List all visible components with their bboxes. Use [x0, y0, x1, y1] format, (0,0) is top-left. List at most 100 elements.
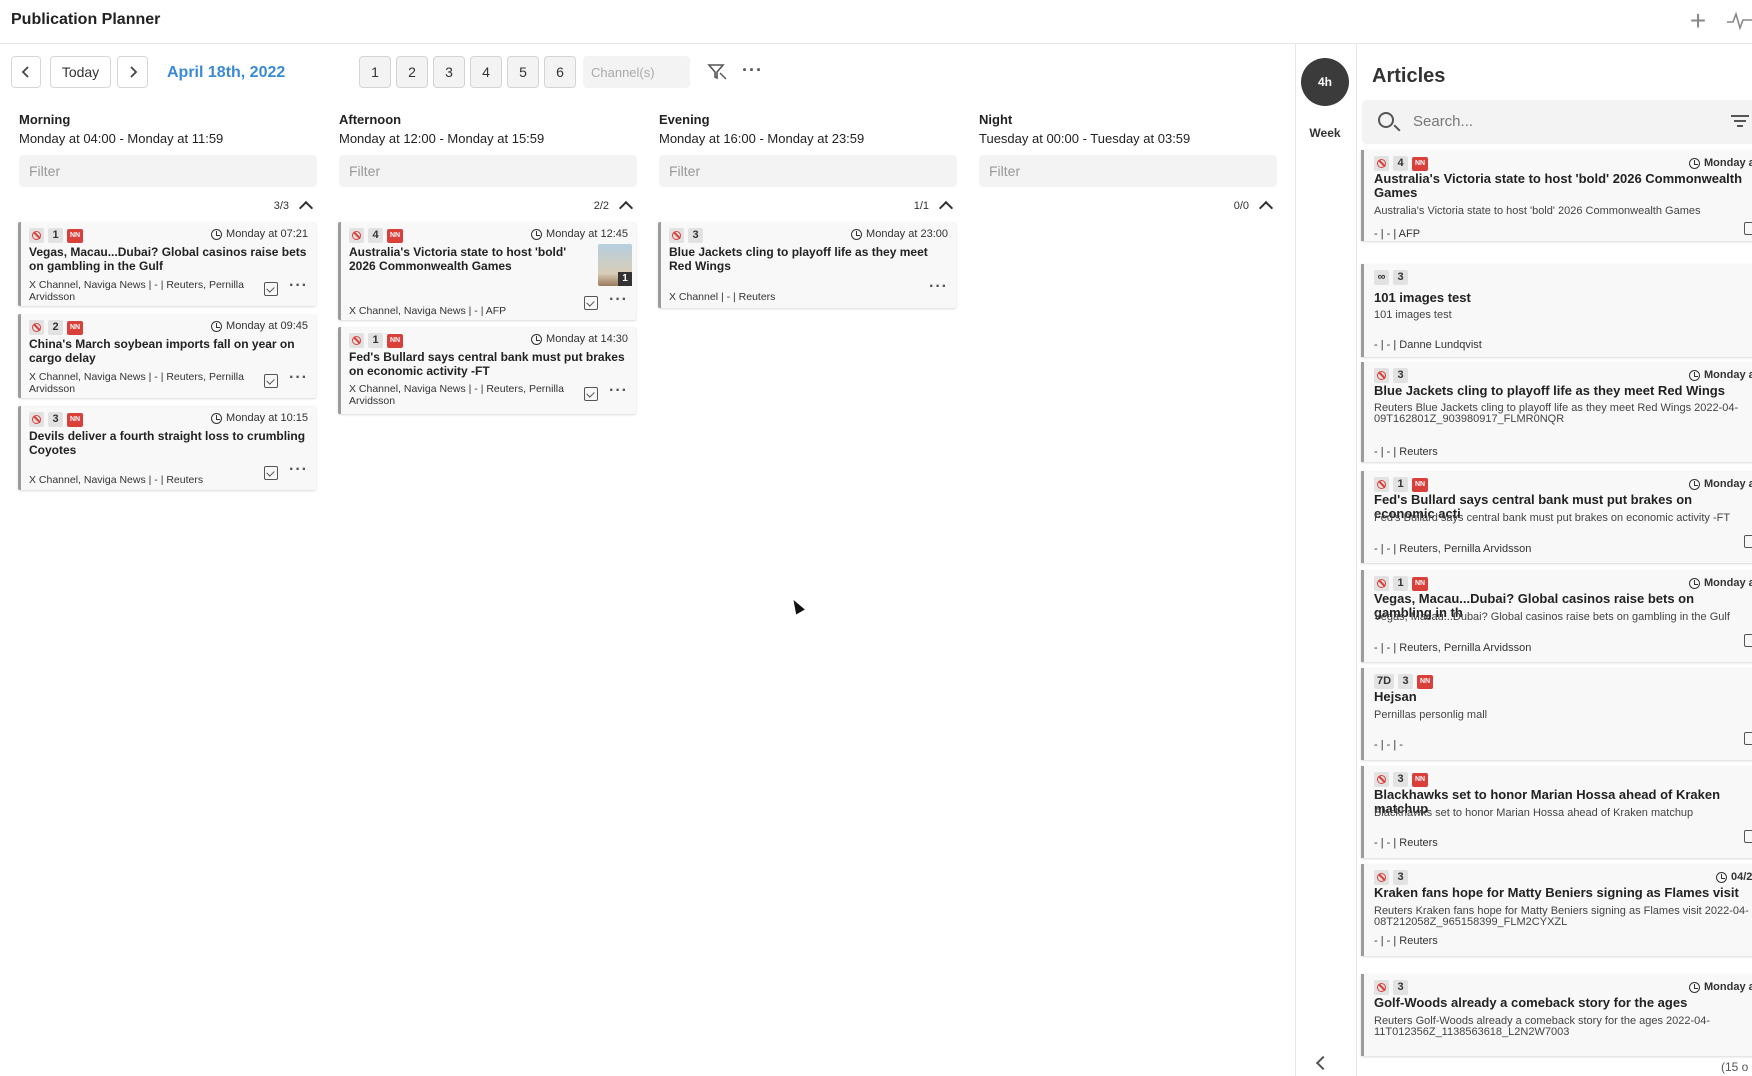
calendar-check-icon[interactable] [584, 296, 598, 310]
calendar-check-icon[interactable] [584, 387, 598, 401]
calendar-check-icon[interactable] [264, 282, 278, 296]
collapse-up-icon[interactable] [298, 200, 314, 216]
chevron-left-icon [21, 66, 29, 78]
article-item[interactable]: 3 NN Blackhawks set to honor Marian Hossa… [1361, 766, 1752, 858]
calendar-check-icon[interactable] [264, 466, 278, 480]
collapse-panel-icon[interactable] [1315, 1055, 1331, 1071]
page-button-2[interactable]: 2 [396, 56, 428, 88]
priority-badge: 3 [1393, 368, 1408, 383]
unpublished-icon [669, 228, 684, 243]
calendar-check-icon[interactable] [1744, 732, 1752, 745]
mouse-cursor-icon [789, 597, 805, 615]
collapse-up-icon[interactable] [938, 200, 954, 216]
calendar-check-icon[interactable] [1744, 222, 1752, 235]
card-more-icon[interactable]: ··· [289, 369, 308, 387]
article-time: Monday a [1704, 981, 1752, 993]
column-filter-input[interactable]: Filter [339, 155, 637, 187]
calendar-check-icon[interactable] [1744, 535, 1752, 548]
article-item[interactable]: 1 NN Monday a Fed's Bullard says central … [1361, 471, 1752, 563]
planned-article-card[interactable]: 3 Monday at 23:00 Blue Jackets cling to … [658, 222, 956, 308]
article-desc: Reuters Golf-Woods already a comeback st… [1374, 1015, 1711, 1038]
article-item[interactable]: 4 NN Monday a Australia's Victoria state … [1361, 150, 1752, 241]
card-more-icon[interactable]: ··· [609, 291, 628, 309]
unpublished-icon [1374, 870, 1389, 885]
calendar-check-icon[interactable] [1744, 830, 1752, 843]
add-icon[interactable]: + [1683, 6, 1713, 36]
card-title: Fed's Bullard says central bank must put… [349, 350, 625, 378]
article-title: 101 images test [1374, 290, 1471, 305]
more-options-icon[interactable]: ··· [742, 60, 763, 81]
article-thumbnail[interactable]: 1 [598, 244, 632, 286]
column-filter-input[interactable]: Filter [659, 155, 957, 187]
calendar-check-icon[interactable] [264, 374, 278, 388]
page-button-6[interactable]: 6 [544, 56, 576, 88]
calendar-check-icon[interactable] [1744, 634, 1752, 647]
card-more-icon[interactable]: ··· [289, 277, 308, 295]
article-item[interactable]: 1 NN Monday a Vegas, Macau...Dubai? Globa… [1361, 570, 1752, 662]
page-button-5[interactable]: 5 [507, 56, 539, 88]
article-time: Monday a [1704, 577, 1752, 589]
today-button[interactable]: Today [50, 56, 111, 88]
card-title: Australia's Victoria state to host 'bold… [349, 245, 567, 273]
article-desc: Fed's Bullard says central bank must put… [1374, 512, 1731, 524]
planned-article-card[interactable]: 1 NN Monday at 07:21 Vegas, Macau...Dubai… [18, 222, 316, 306]
card-meta: X Channel, Naviga News | - | Reuters, Pe… [349, 383, 564, 407]
article-title: Hejsan [1374, 689, 1417, 704]
zoom-4h-button[interactable]: 4h [1301, 58, 1349, 106]
nn-logo-icon: NN [1412, 477, 1428, 492]
column-range: Monday at 16:00 - Monday at 23:59 [659, 131, 865, 146]
unpublished-icon [1374, 368, 1389, 383]
collapse-up-icon[interactable] [1258, 200, 1274, 216]
column-filter-input[interactable]: Filter [19, 155, 317, 187]
article-time: Monday a [1704, 157, 1752, 169]
unpublished-icon [1374, 772, 1389, 787]
app-header: Publication Planner + [0, 0, 1752, 44]
article-item[interactable]: 3 Monday a Blue Jackets cling to playoff… [1361, 362, 1752, 462]
column-afternoon: Afternoon Monday at 12:00 - Monday at 15… [339, 112, 637, 216]
priority-badge: 3 [688, 228, 703, 243]
card-more-icon[interactable]: ··· [929, 278, 948, 296]
page-button-3[interactable]: 3 [433, 56, 465, 88]
column-range: Monday at 04:00 - Monday at 11:59 [19, 131, 224, 146]
column-title: Afternoon [339, 112, 402, 127]
planned-article-card[interactable]: 2 NN Monday at 09:45 China's March soybea… [18, 314, 316, 398]
planned-article-card[interactable]: 4 NN Monday at 12:45 Australia's Victoria… [338, 222, 636, 320]
nn-logo-icon: NN [387, 228, 403, 243]
filter-off-icon[interactable] [707, 63, 727, 81]
card-more-icon[interactable]: ··· [609, 382, 628, 400]
week-button[interactable]: Week [1300, 126, 1350, 140]
priority-badge: 4 [1393, 156, 1408, 171]
unpublished-icon [1374, 156, 1389, 171]
page-button-4[interactable]: 4 [470, 56, 502, 88]
nn-logo-icon: NN [1417, 674, 1434, 689]
clock-icon [211, 320, 223, 332]
card-meta: X Channel, Naviga News | - | Reuters, Pe… [29, 279, 244, 303]
filter-icon[interactable] [1730, 114, 1750, 128]
article-item[interactable]: 3 04/2 Kraken fans hope for Matty Benier… [1361, 864, 1752, 956]
article-item[interactable]: ∞ 3 101 images test 101 images test - | -… [1361, 264, 1752, 357]
card-title: Devils deliver a fourth straight loss to… [29, 429, 306, 457]
planned-article-card[interactable]: 1 NN Monday at 14:30 Fed's Bullard says c… [338, 327, 636, 414]
badge-infinite: ∞ [1374, 270, 1389, 285]
card-title: Blue Jackets cling to playoff life as th… [669, 245, 928, 273]
prev-date-button[interactable] [11, 56, 41, 88]
column-filter-input[interactable]: Filter [979, 155, 1277, 187]
articles-search[interactable]: Search... [1362, 100, 1752, 144]
card-more-icon[interactable]: ··· [289, 461, 308, 479]
next-date-button[interactable] [117, 56, 148, 88]
unpublished-icon [1374, 576, 1389, 591]
current-date[interactable]: April 18th, 2022 [167, 64, 285, 82]
card-meta: X Channel, Naviga News | - | AFP [349, 305, 507, 317]
article-item[interactable]: 3 Monday a Golf-Woods already a comeback… [1361, 974, 1752, 1056]
article-item[interactable]: 7D 3 NN Hejsan Pernillas personlig mall - … [1361, 668, 1752, 760]
article-desc: Pernillas personlig mall [1374, 709, 1488, 721]
column-count: 3/3 [273, 199, 289, 212]
collapse-up-icon[interactable] [618, 200, 634, 216]
column-count: 2/2 [593, 199, 609, 212]
card-meta: X Channel | - | Reuters [669, 291, 776, 303]
planned-article-card[interactable]: 3 NN Monday at 10:15 Devils deliver a fou… [18, 406, 316, 490]
activity-icon[interactable] [1727, 10, 1752, 32]
articles-count: (15 o [1721, 1060, 1749, 1074]
page-button-1[interactable]: 1 [359, 56, 391, 88]
channel-select[interactable]: Channel(s) [583, 56, 690, 88]
